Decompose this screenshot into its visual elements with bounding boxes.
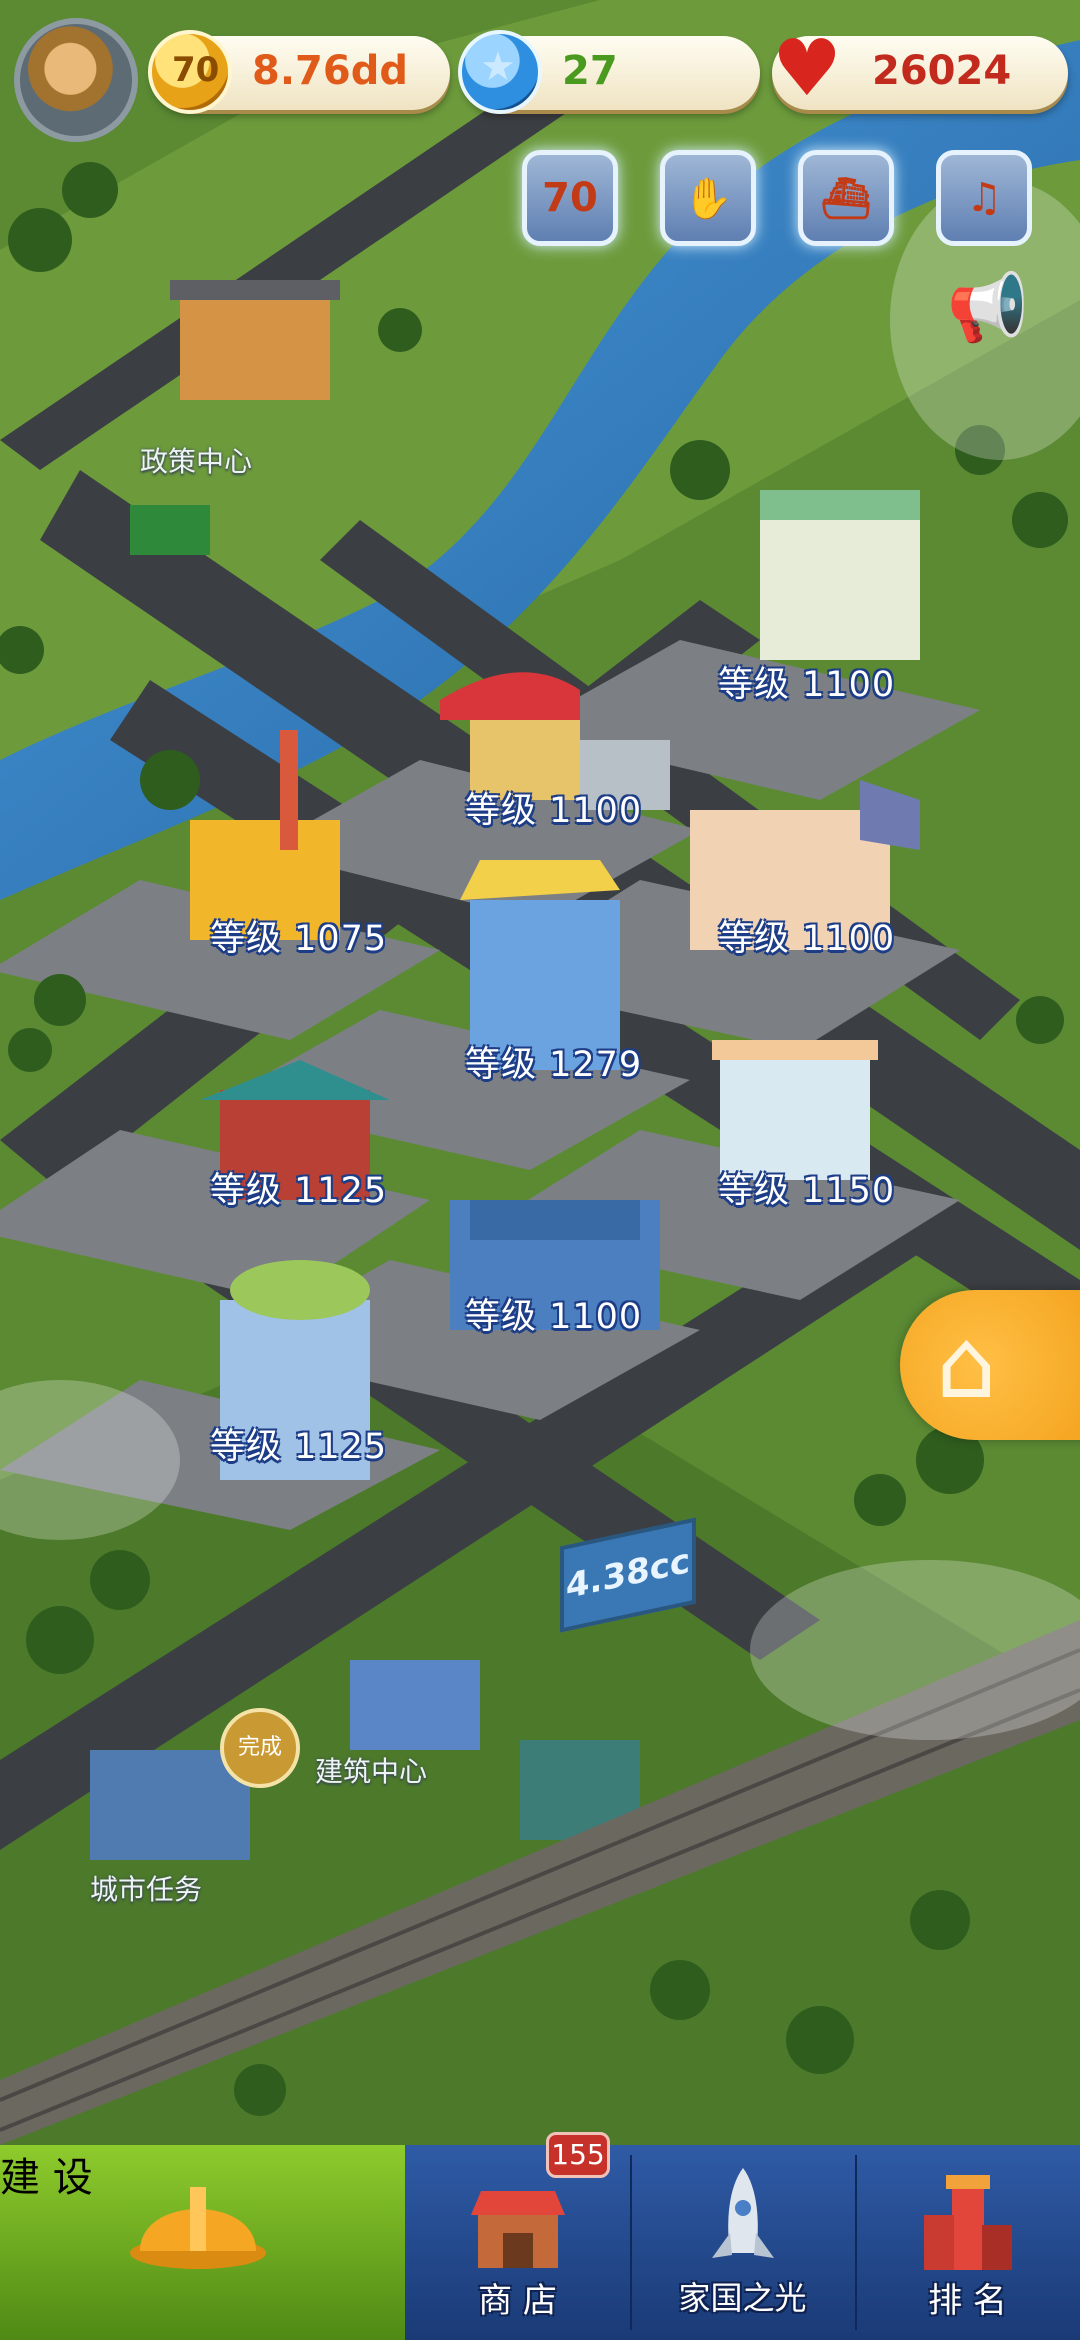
- house-edit-icon: ⌂: [936, 1308, 997, 1420]
- heart-icon: ♥: [772, 24, 842, 114]
- nav-rank-tab[interactable]: 排 名: [855, 2145, 1080, 2340]
- bottom-navigation: 建 设 商 店 家国之光 排 名: [0, 2145, 1080, 2340]
- celebration-icon[interactable]: ♫: [936, 150, 1032, 246]
- gem-counter[interactable]: ★ 27: [458, 30, 760, 114]
- coin-icon: 70: [148, 30, 232, 114]
- building-level-temple[interactable]: 等级 1125: [210, 1162, 387, 1213]
- building-level-house[interactable]: 等级 1150: [718, 1162, 895, 1213]
- shop-notification-badge: 155: [546, 2132, 610, 2178]
- nav-build-tab[interactable]: 建 设: [0, 2145, 405, 2340]
- heart-counter[interactable]: ♥ 26024: [772, 24, 1068, 114]
- shop-icon: [470, 2191, 565, 2268]
- city-tasks-label[interactable]: 城市任务: [90, 1868, 202, 1908]
- heart-value: 26024: [872, 48, 1012, 94]
- nav-glory-label: 家国之光: [678, 2279, 807, 2317]
- hard-hat-icon: [130, 2187, 266, 2269]
- coin-counter[interactable]: 70 8.76dd: [148, 30, 450, 114]
- building-level-safety-factory[interactable]: 等级 1100: [718, 656, 895, 707]
- podium-icon: [923, 2175, 1012, 2270]
- coin-value: 8.76dd: [252, 48, 408, 94]
- task-done-badge[interactable]: 完成: [220, 1708, 300, 1788]
- building-level-power-plant[interactable]: 等级 1075: [210, 910, 387, 961]
- building-level-hotel[interactable]: 等级 1125: [210, 1418, 387, 1469]
- ship-icon[interactable]: ⛴: [798, 150, 894, 246]
- city-map[interactable]: 政策中心 建筑中心 城市任务 完成 4.38cc 等级 1100 等级 1100…: [0, 0, 1080, 2145]
- nav-rank-label: 排 名: [928, 2281, 1007, 2321]
- nav-shop-label: 商 店: [478, 2281, 557, 2321]
- megaphone-icon[interactable]: 📢: [938, 258, 1038, 358]
- building-level-library[interactable]: 等级 1279: [465, 1036, 642, 1087]
- nav-glory-tab[interactable]: 家国之光: [630, 2145, 855, 2340]
- building-level-restaurant[interactable]: 等级 1100: [465, 1288, 642, 1339]
- 70-anniversary-icon[interactable]: 70: [522, 150, 618, 246]
- player-avatar[interactable]: [14, 18, 138, 142]
- build-center-label[interactable]: 建筑中心: [315, 1750, 427, 1790]
- building-level-office-building[interactable]: 等级 1100: [718, 910, 895, 961]
- policy-center-label[interactable]: 政策中心: [140, 440, 252, 480]
- rocket-icon: [711, 2168, 774, 2258]
- building-level-textile-factory[interactable]: 等级 1100: [465, 782, 642, 833]
- star-gem-icon: ★: [458, 30, 542, 114]
- decorate-button[interactable]: ⌂: [900, 1290, 1080, 1440]
- handshake-icon[interactable]: ✋: [660, 150, 756, 246]
- gem-value: 27: [562, 48, 618, 94]
